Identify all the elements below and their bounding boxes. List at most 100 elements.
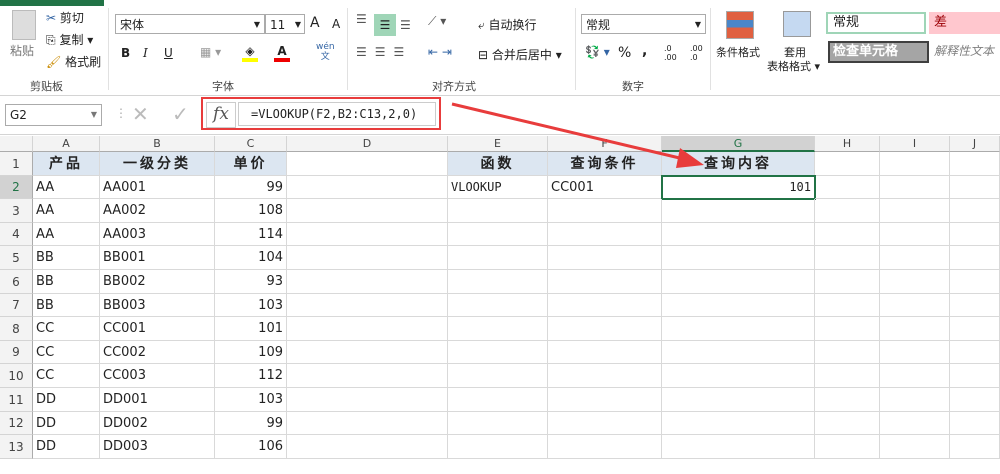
cell-J2[interactable] xyxy=(950,176,1000,199)
fill-color-button[interactable]: ◈ xyxy=(242,44,258,62)
cell-E6[interactable] xyxy=(448,270,548,294)
cell-A5[interactable]: BB xyxy=(33,246,100,270)
row-header-4[interactable]: 4 xyxy=(0,223,33,246)
cell-I5[interactable] xyxy=(880,246,950,270)
cell-C1[interactable]: 单价 xyxy=(215,152,287,176)
name-box[interactable]: G2 ▼ xyxy=(5,104,102,126)
cell-B13[interactable]: DD003 xyxy=(100,435,215,459)
cell-I2[interactable] xyxy=(880,176,950,199)
cell-B3[interactable]: AA002 xyxy=(100,199,215,223)
cell-F13[interactable] xyxy=(548,435,662,459)
number-format-select[interactable]: 常规 ▼ xyxy=(581,14,706,34)
cell-I13[interactable] xyxy=(880,435,950,459)
cell-A3[interactable]: AA xyxy=(33,199,100,223)
cell-G3[interactable] xyxy=(662,199,815,223)
cell-D9[interactable] xyxy=(287,341,448,364)
cell-F4[interactable] xyxy=(548,223,662,246)
merge-center-button[interactable]: ⊟ 合并后居中 ▾ xyxy=(478,46,562,63)
column-header-A[interactable]: A xyxy=(33,136,100,152)
cell-D2[interactable] xyxy=(287,176,448,199)
cell-J5[interactable] xyxy=(950,246,1000,270)
select-all-corner[interactable] xyxy=(0,136,33,152)
cell-J4[interactable] xyxy=(950,223,1000,246)
cell-D3[interactable] xyxy=(287,199,448,223)
cell-C7[interactable]: 103 xyxy=(215,294,287,317)
cell-G8[interactable] xyxy=(662,317,815,341)
cell-A12[interactable]: DD xyxy=(33,412,100,435)
formula-input[interactable]: =VLOOKUP(F2,B2:C13,2,0) xyxy=(238,102,436,126)
cell-G2[interactable]: 101 xyxy=(661,175,816,200)
copy-button[interactable]: ⎘ 复制 ▾ xyxy=(46,31,93,48)
style-check-cell[interactable]: 检查单元格 xyxy=(828,41,929,63)
cell-C11[interactable]: 103 xyxy=(215,388,287,412)
cell-I12[interactable] xyxy=(880,412,950,435)
cell-C5[interactable]: 104 xyxy=(215,246,287,270)
enter-icon[interactable]: ✓ xyxy=(172,102,189,126)
row-header-3[interactable]: 3 xyxy=(0,199,33,223)
cell-G10[interactable] xyxy=(662,364,815,388)
cell-A9[interactable]: CC xyxy=(33,341,100,364)
cell-J11[interactable] xyxy=(950,388,1000,412)
cell-B9[interactable]: CC002 xyxy=(100,341,215,364)
cell-H10[interactable] xyxy=(815,364,880,388)
align-middle-icon[interactable]: ☰ xyxy=(374,14,396,36)
cell-B11[interactable]: DD001 xyxy=(100,388,215,412)
cell-I10[interactable] xyxy=(880,364,950,388)
cell-J9[interactable] xyxy=(950,341,1000,364)
cell-B8[interactable]: CC001 xyxy=(100,317,215,341)
cell-F3[interactable] xyxy=(548,199,662,223)
row-header-12[interactable]: 12 xyxy=(0,412,33,435)
font-size-select[interactable]: 11 ▼ xyxy=(265,14,305,34)
format-as-table-button[interactable]: 表格格式 ▾ xyxy=(767,58,820,74)
row-header-6[interactable]: 6 xyxy=(0,270,33,294)
cell-H8[interactable] xyxy=(815,317,880,341)
cell-D6[interactable] xyxy=(287,270,448,294)
cell-F1[interactable]: 查询条件 xyxy=(548,152,662,176)
cell-F7[interactable] xyxy=(548,294,662,317)
cell-F5[interactable] xyxy=(548,246,662,270)
style-explanatory[interactable]: 解释性文本 xyxy=(934,42,994,59)
cell-B7[interactable]: BB003 xyxy=(100,294,215,317)
cell-D5[interactable] xyxy=(287,246,448,270)
cell-J3[interactable] xyxy=(950,199,1000,223)
cancel-icon[interactable]: ✕ xyxy=(132,102,149,126)
row-header-9[interactable]: 9 xyxy=(0,341,33,364)
cell-F10[interactable] xyxy=(548,364,662,388)
cell-J6[interactable] xyxy=(950,270,1000,294)
cell-F11[interactable] xyxy=(548,388,662,412)
cell-C12[interactable]: 99 xyxy=(215,412,287,435)
cell-F6[interactable] xyxy=(548,270,662,294)
column-header-C[interactable]: C xyxy=(215,136,287,152)
cell-G11[interactable] xyxy=(662,388,815,412)
cell-H4[interactable] xyxy=(815,223,880,246)
row-header-8[interactable]: 8 xyxy=(0,317,33,341)
cell-H3[interactable] xyxy=(815,199,880,223)
style-bad[interactable]: 差 xyxy=(929,12,1000,34)
row-header-10[interactable]: 10 xyxy=(0,364,33,388)
cell-F8[interactable] xyxy=(548,317,662,341)
cell-D12[interactable] xyxy=(287,412,448,435)
cell-A4[interactable]: AA xyxy=(33,223,100,246)
cell-E11[interactable] xyxy=(448,388,548,412)
decrease-decimal-button[interactable]: .00 .0 xyxy=(690,44,708,62)
cell-G9[interactable] xyxy=(662,341,815,364)
cell-E10[interactable] xyxy=(448,364,548,388)
cell-A6[interactable]: BB xyxy=(33,270,100,294)
column-header-F[interactable]: F xyxy=(548,136,662,152)
wrap-text-button[interactable]: ⤶ 自动换行 xyxy=(478,16,537,33)
cell-B12[interactable]: DD002 xyxy=(100,412,215,435)
indent-icons[interactable]: ⇤ ⇥ xyxy=(428,45,452,59)
cell-I7[interactable] xyxy=(880,294,950,317)
cell-B10[interactable]: CC003 xyxy=(100,364,215,388)
font-color-button[interactable]: A xyxy=(274,44,290,62)
cell-E3[interactable] xyxy=(448,199,548,223)
cell-H2[interactable] xyxy=(815,176,880,199)
cell-B4[interactable]: AA003 xyxy=(100,223,215,246)
cut-button[interactable]: ✂ 剪切 xyxy=(46,9,84,26)
row-header-13[interactable]: 13 xyxy=(0,435,33,459)
underline-button[interactable]: U xyxy=(164,46,173,60)
cell-D13[interactable] xyxy=(287,435,448,459)
cell-C4[interactable]: 114 xyxy=(215,223,287,246)
cell-D7[interactable] xyxy=(287,294,448,317)
cell-E1[interactable]: 函数 xyxy=(448,152,548,176)
